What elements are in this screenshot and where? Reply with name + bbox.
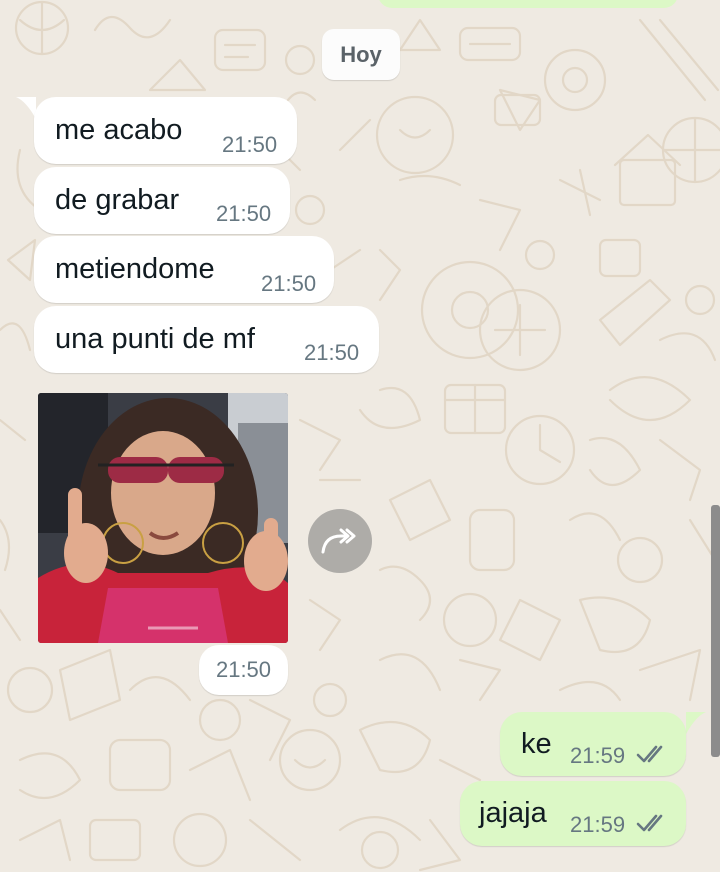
- message-text: metiendome: [55, 253, 215, 285]
- previous-outgoing-bubble[interactable]: [378, 0, 678, 8]
- image-time: 21:50: [199, 645, 288, 695]
- message-incoming[interactable]: me acabo 21:50: [34, 97, 297, 164]
- message-time: 21:50: [222, 132, 278, 157]
- message-incoming[interactable]: de grabar 21:50: [34, 167, 290, 234]
- message-incoming[interactable]: metiendome 21:50: [34, 236, 334, 303]
- message-outgoing[interactable]: ke 21:59: [500, 712, 686, 776]
- message-time: 21:59: [570, 812, 626, 837]
- message-outgoing[interactable]: jajaja 21:59: [460, 781, 686, 846]
- message-text: de grabar: [55, 184, 180, 216]
- image-content: [38, 393, 288, 643]
- forward-icon: [321, 528, 356, 554]
- message-text: me acabo: [55, 114, 183, 146]
- forward-button[interactable]: [308, 509, 372, 573]
- message-time: 21:59: [570, 743, 626, 768]
- message-text: jajaja: [479, 797, 547, 829]
- date-divider: Hoy: [322, 29, 400, 80]
- message-text: ke: [521, 728, 552, 760]
- message-time: 21:50: [216, 201, 272, 226]
- double-check-icon: [636, 745, 663, 763]
- message-text: una punti de mf: [55, 323, 255, 355]
- image-message[interactable]: [38, 393, 288, 643]
- message-time: 21:50: [304, 340, 360, 365]
- message-time: 21:50: [261, 271, 317, 296]
- scrollbar-thumb[interactable]: [711, 505, 720, 757]
- bubble-tail-incoming: [16, 97, 36, 119]
- bubble-tail-outgoing: [686, 712, 706, 734]
- message-incoming[interactable]: una punti de mf 21:50: [34, 306, 379, 373]
- double-check-icon: [636, 814, 663, 832]
